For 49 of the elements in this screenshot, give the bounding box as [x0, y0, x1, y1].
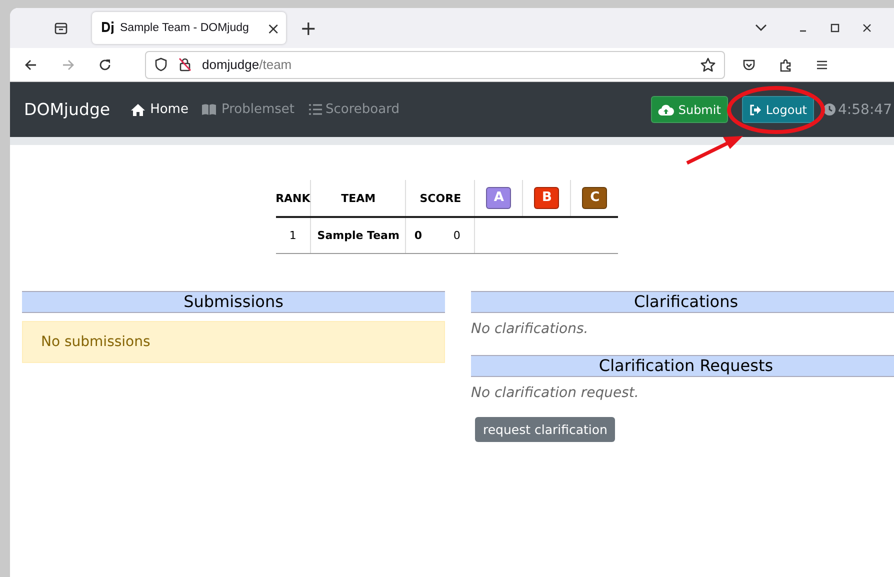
- contest-clock: 4:58:47: [823, 102, 892, 118]
- team-cell: Sample Team: [310, 217, 406, 254]
- sign-out-icon: [748, 104, 762, 116]
- nav-link[interactable]: Home: [130, 102, 188, 117]
- rank-cell: 1: [276, 217, 311, 254]
- chevron-down-icon[interactable]: [754, 23, 768, 33]
- url-text: domjudge/team: [202, 57, 292, 72]
- annotation-arrow: [686, 136, 743, 165]
- section-heading: Submissions: [22, 291, 445, 313]
- pocket-icon[interactable]: [742, 58, 756, 72]
- request-clarification-button[interactable]: request clarification: [475, 417, 616, 442]
- nav-link[interactable]: Scoreboard: [308, 102, 400, 117]
- solved-cell: 0: [406, 217, 436, 254]
- site-title[interactable]: DOMjudge: [24, 100, 110, 119]
- address-field[interactable]: domjudge/team: [145, 50, 725, 78]
- back-arrow-icon[interactable]: [24, 58, 38, 72]
- cloud-upload-icon: [658, 104, 674, 116]
- problem-badge[interactable]: A: [486, 187, 512, 209]
- list-icon: [308, 103, 322, 116]
- section-heading: Clarification Requests: [471, 355, 894, 377]
- logout-button[interactable]: Logout: [742, 96, 814, 123]
- close-tab-button[interactable]: ×: [266, 18, 280, 38]
- empty-message: No clarifications.: [471, 321, 590, 337]
- insecure-lock-icon: [178, 57, 192, 72]
- problem-badge[interactable]: C: [582, 187, 608, 209]
- empty-message: No clarification request.: [471, 385, 640, 401]
- column-header: RANK: [276, 180, 311, 217]
- tab-title: Sample Team - DOMjudg: [120, 22, 250, 34]
- reload-icon[interactable]: [98, 58, 112, 72]
- menu-icon[interactable]: [816, 58, 828, 70]
- submit-button[interactable]: Submit: [651, 96, 728, 123]
- empty-notice: No submissions: [22, 321, 445, 363]
- tab-list-icon[interactable]: [54, 21, 68, 35]
- column-header: SCORE: [406, 180, 475, 217]
- shield-icon: [154, 57, 168, 72]
- puzzle-icon[interactable]: [779, 58, 793, 72]
- star-icon[interactable]: [700, 56, 716, 72]
- section-heading: Clarifications: [471, 291, 894, 313]
- book-icon: [201, 103, 218, 116]
- maximize-icon[interactable]: [830, 23, 840, 33]
- penalty-cell: 0: [436, 217, 475, 254]
- nav-link[interactable]: Problemset: [201, 102, 294, 117]
- browser-tab[interactable]: Sample Team - DOMjudg ×: [92, 12, 286, 44]
- column-header: TEAM: [310, 180, 406, 217]
- problem-badge[interactable]: B: [534, 187, 560, 209]
- home-icon: [130, 102, 146, 116]
- close-icon[interactable]: [862, 23, 872, 33]
- new-tab-button[interactable]: +: [300, 16, 317, 40]
- clock-icon: [823, 103, 836, 116]
